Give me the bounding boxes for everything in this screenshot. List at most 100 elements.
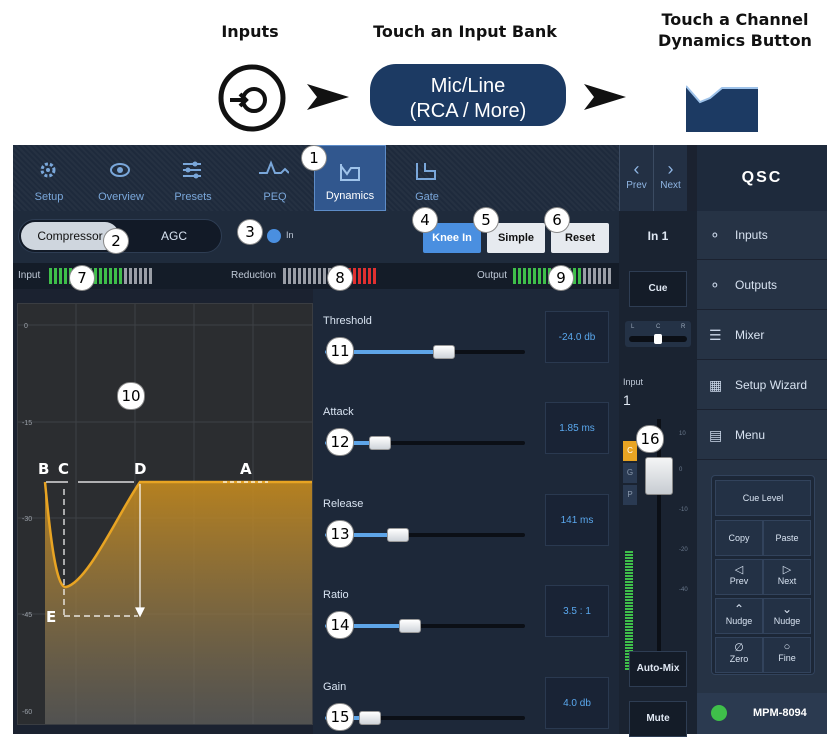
pan-r: R (681, 324, 686, 330)
tab-gate-label: Gate (415, 191, 439, 203)
automix-button[interactable]: Auto-Mix (629, 651, 687, 687)
parameter-panel: Threshold -24.0 db Attack 1.85 ms Releas… (313, 289, 619, 734)
tab-peq[interactable]: PEQ (239, 145, 311, 211)
tab-presets[interactable]: Presets (157, 145, 229, 211)
gain-slider-thumb[interactable] (359, 711, 381, 725)
step3-title-line1: Touch a Channel (661, 10, 809, 29)
p-button[interactable]: P (623, 485, 637, 505)
callout-2: 2 (104, 229, 128, 253)
cue-level-button[interactable]: Cue Level (715, 480, 811, 516)
letter-e: E (46, 608, 56, 626)
attack-value[interactable]: 1.85 ms (545, 402, 609, 454)
attack-label: Attack (323, 406, 354, 418)
tab-overview-label: Overview (98, 191, 144, 203)
bank-line1: Mic/Line (430, 75, 506, 97)
input-number: 1 (623, 392, 631, 408)
mic-line-bank-button: Mic/Line (RCA / More) (370, 64, 566, 126)
prev-button[interactable]: ‹ Prev (619, 145, 653, 211)
zero-button[interactable]: ∅ Zero (715, 637, 763, 673)
pan-thumb[interactable] (654, 334, 662, 344)
g-button[interactable]: G (623, 463, 637, 483)
callout-9: 9 (549, 266, 573, 290)
next-button[interactable]: › Next (653, 145, 687, 211)
side-prev-button[interactable]: ◁ Prev (715, 559, 763, 595)
zero-icon: ∅ (734, 642, 744, 654)
inputs-circle-icon (218, 64, 286, 132)
triangle-left-icon: ◁ (734, 564, 744, 576)
side-next-button[interactable]: ▷ Next (763, 559, 811, 595)
c-button[interactable]: C (623, 441, 637, 461)
sidebar-item-setup-wizard[interactable]: ▦ Setup Wizard (697, 361, 827, 410)
ratio-slider[interactable] (325, 624, 525, 628)
tab-dynamics-label: Dynamics (325, 190, 375, 202)
sidebar-item-inputs[interactable]: ⚬ Inputs (697, 211, 827, 260)
nudge-down-button[interactable]: ⌄ Nudge (763, 598, 811, 634)
chevron-left-icon: ‹ (633, 159, 640, 179)
release-value[interactable]: 141 ms (545, 494, 609, 546)
tab-gate[interactable]: Gate (391, 145, 463, 211)
tab-overview[interactable]: Overview (85, 145, 157, 211)
in-label: In (286, 230, 294, 240)
gate-icon (416, 163, 436, 180)
pan-l: L (631, 324, 635, 330)
gain-slider[interactable] (325, 716, 525, 720)
ratio-slider-thumb[interactable] (399, 619, 421, 633)
pan-control[interactable]: L C R (625, 321, 691, 347)
release-slider-thumb[interactable] (387, 528, 409, 542)
threshold-slider[interactable] (325, 350, 525, 354)
fine-label: Fine (778, 653, 796, 663)
sidebar-item-inputs-label: Inputs (735, 228, 768, 242)
gain-value[interactable]: 4.0 db (545, 677, 609, 729)
callout-11: 11 (327, 338, 353, 364)
app-window: Setup Overview Presets PEQ Dynamics Gate… (13, 145, 827, 737)
cue-button[interactable]: Cue (629, 271, 687, 307)
release-slider[interactable] (325, 533, 525, 537)
wifi-icon (711, 705, 727, 721)
fine-icon: ○ (783, 641, 791, 653)
paste-button[interactable]: Paste (763, 520, 811, 556)
callout-3: 3 (238, 220, 262, 244)
fine-button[interactable]: ○ Fine (763, 637, 811, 673)
mute-button[interactable]: Mute (629, 701, 687, 737)
compressor-graph[interactable]: 0 -15 -30 -45 -60 B C D A E (17, 303, 313, 725)
outputs-icon: ⚬ (709, 277, 721, 293)
sidebar-item-mixer-label: Mixer (735, 328, 765, 342)
simple-button[interactable]: Simple (487, 223, 545, 253)
tick-y-60: -60 (22, 709, 32, 716)
nudge-up-button[interactable]: ⌃ Nudge (715, 598, 763, 634)
threshold-value[interactable]: -24.0 db (545, 311, 609, 363)
sidebar-item-outputs[interactable]: ⚬ Outputs (697, 261, 827, 310)
callout-8: 8 (328, 266, 352, 290)
letter-c: C (58, 460, 69, 478)
agc-option[interactable]: AGC (129, 222, 219, 250)
fader-scale-m40: -40 (679, 587, 688, 593)
right-sidebar: QSC ⚬ Inputs ⚬ Outputs ☰ Mixer ▦ Setup Wizar… (697, 145, 827, 734)
device-name: MPM-8094 (753, 707, 807, 719)
menu-icon: ▤ (709, 427, 723, 443)
in-toggle[interactable] (267, 229, 281, 243)
side-next-label: Next (777, 576, 797, 586)
copy-button[interactable]: Copy (715, 520, 763, 556)
reduction-meter-label: Reduction (231, 270, 277, 281)
next-label: Next (660, 180, 681, 191)
letter-b: B (38, 460, 49, 478)
callout-10: 10 (118, 383, 144, 409)
threshold-slider-thumb[interactable] (433, 345, 455, 359)
sidebar-item-mixer[interactable]: ☰ Mixer (697, 311, 827, 360)
callout-1: 1 (302, 146, 326, 170)
ratio-value[interactable]: 3.5 : 1 (545, 585, 609, 637)
fader-scale-0: 0 (679, 467, 683, 473)
bank-line2: (RCA / More) (409, 100, 527, 122)
tab-setup-label: Setup (34, 191, 64, 203)
wizard-icon: ▦ (709, 377, 723, 393)
callout-12: 12 (327, 429, 353, 455)
channel-name: In 1 (647, 229, 669, 243)
fader-thumb[interactable] (645, 457, 673, 495)
chevron-up-icon: ⌃ (733, 602, 745, 616)
tab-setup[interactable]: Setup (13, 145, 85, 211)
attack-slider[interactable] (325, 441, 525, 445)
callout-6: 6 (545, 208, 569, 232)
attack-slider-thumb[interactable] (369, 436, 391, 450)
sidebar-item-menu[interactable]: ▤ Menu (697, 411, 827, 460)
callout-7: 7 (70, 266, 94, 290)
